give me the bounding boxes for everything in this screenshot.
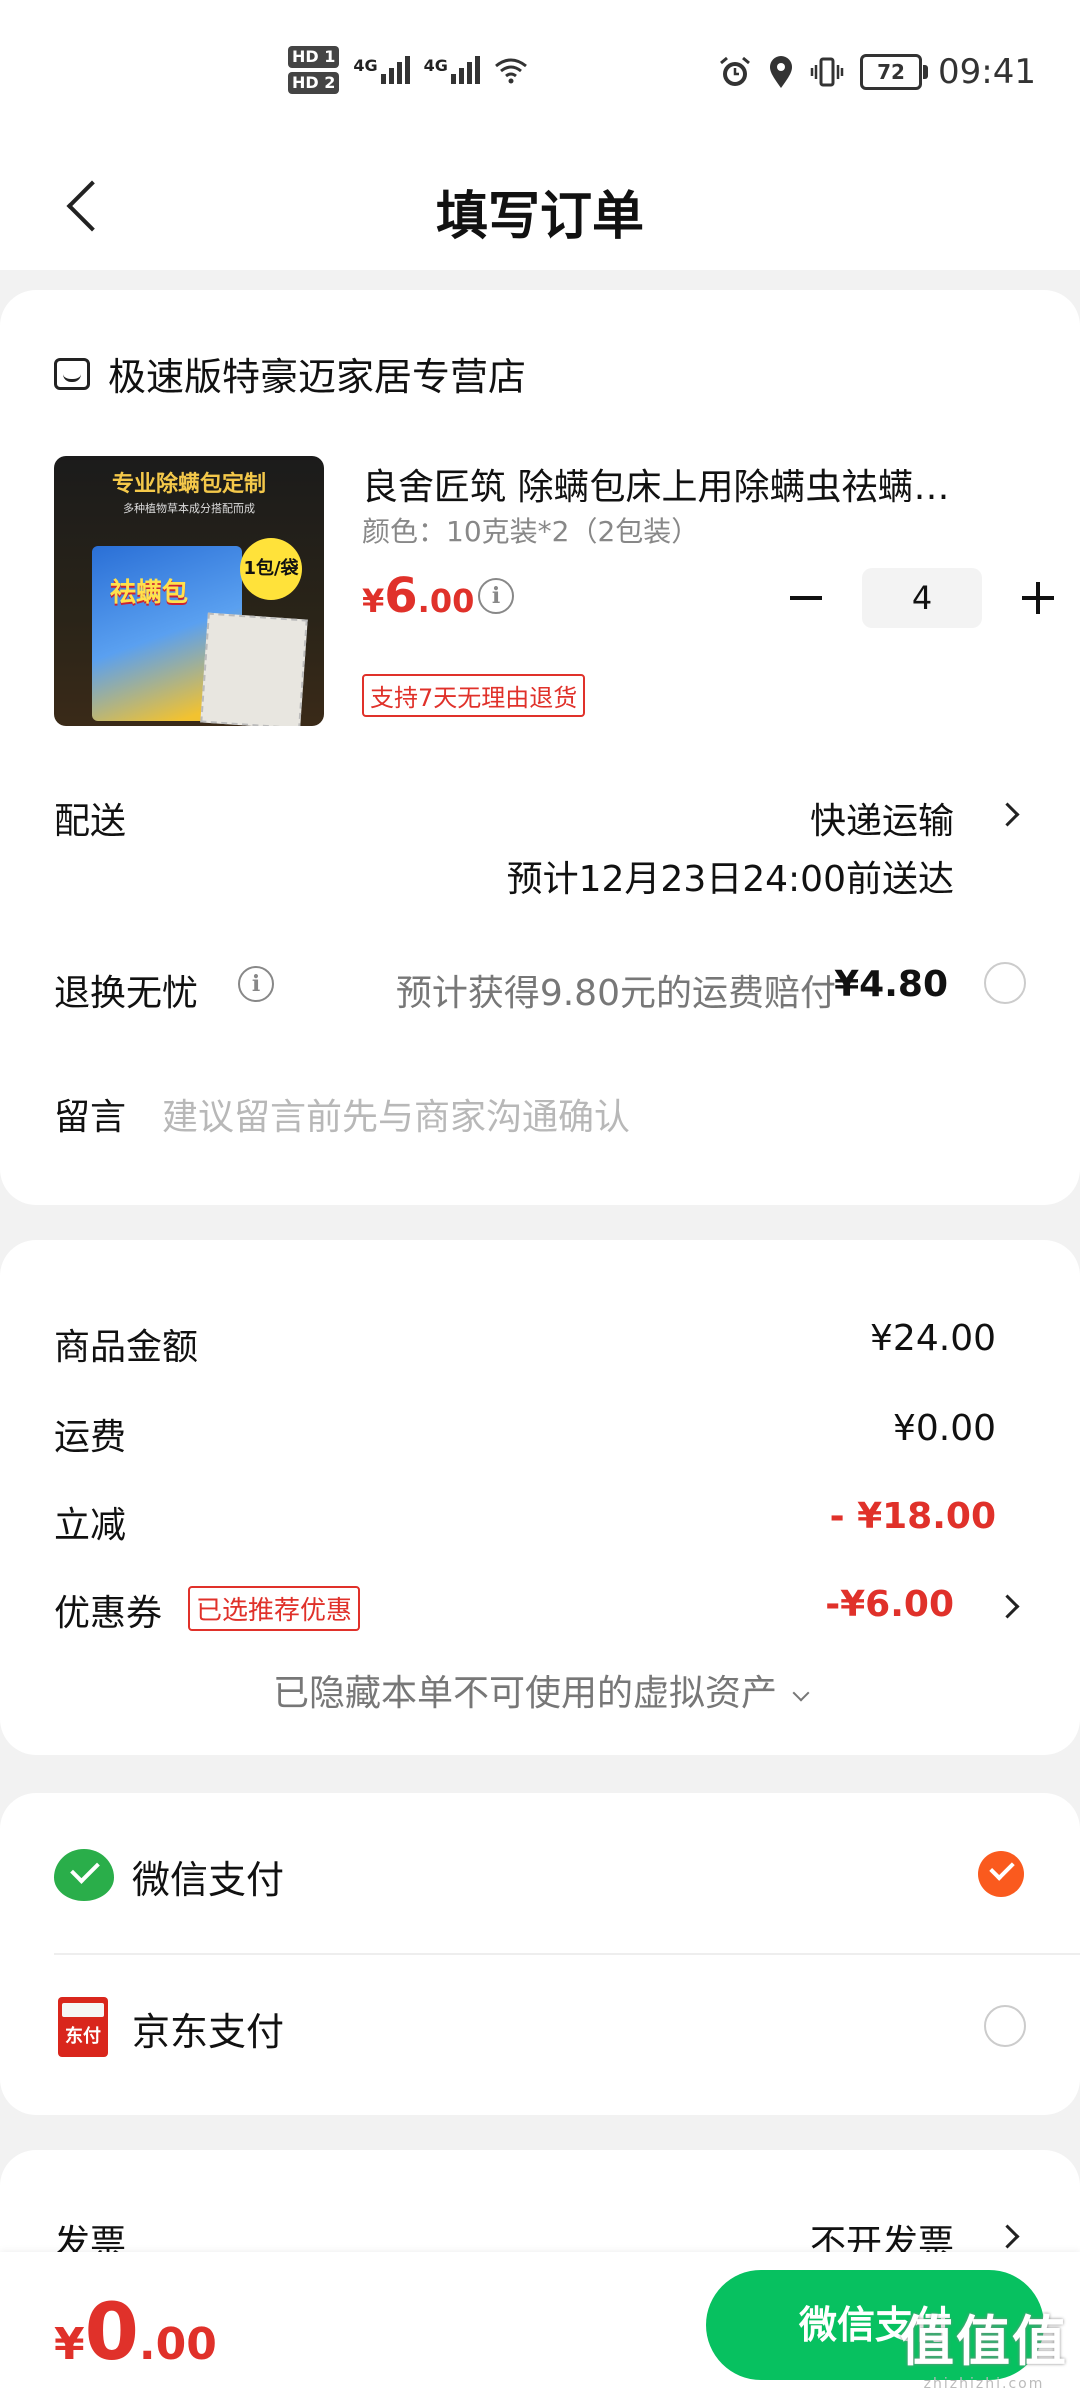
- total-currency: ¥: [54, 2319, 85, 2370]
- product-price: ¥6.00: [362, 568, 474, 624]
- watermark: 值值值 zhizhizhi.com: [900, 2297, 1068, 2392]
- coupon-label[interactable]: 优惠券: [54, 1584, 162, 1636]
- payment-methods-card: 微信支付 东付 京东支付: [0, 1793, 1080, 2115]
- return-insurance-radio[interactable]: [984, 962, 1026, 1004]
- store-header[interactable]: 极速版特豪迈家居专营店: [54, 346, 526, 401]
- location-icon: [770, 56, 793, 88]
- decrease-button[interactable]: [786, 578, 826, 618]
- hidden-assets-toggle[interactable]: 已隐藏本单不可使用的虚拟资产: [0, 1664, 1080, 1716]
- quantity-input[interactable]: 4: [862, 568, 982, 628]
- discount-label: 立减: [54, 1505, 127, 1546]
- product-image-badge: 1包/袋: [240, 538, 302, 600]
- sim2-icon: HD 2: [288, 72, 340, 94]
- wifi-icon: [494, 58, 527, 84]
- sim-indicators: HD 1 HD 2: [288, 46, 340, 94]
- shipping-eta: 预计12月23日24:00前送达: [506, 859, 954, 900]
- quantity-stepper: 4: [786, 568, 1058, 628]
- checkout-bar: ¥0.00 微信支付 值值值 zhizhizhi.com: [0, 2252, 1080, 2400]
- return-insurance-label: 退换无忧: [54, 973, 199, 1014]
- battery-icon: 72: [860, 54, 929, 90]
- payment-option-wechat[interactable]: 微信支付: [0, 1793, 1080, 1955]
- coupon-value[interactable]: -¥6.00: [825, 1584, 954, 1625]
- order-card: 极速版特豪迈家居专营店 专业除螨包定制 多种植物草本成分搭配而成 祛螨包 1包/…: [0, 290, 1080, 1205]
- wechat-pay-icon: [54, 1849, 114, 1901]
- signal1-icon: 4G: [353, 56, 410, 84]
- coupon-tag: 已选推荐优惠: [188, 1586, 361, 1631]
- price-info-icon[interactable]: i: [478, 578, 514, 614]
- system-indicators: 72 09:41: [718, 52, 1036, 92]
- product-spec[interactable]: 颜色：10克装*2（2包装）: [362, 510, 699, 550]
- clock: 09:41: [938, 52, 1036, 92]
- selected-check-icon[interactable]: [978, 1851, 1024, 1897]
- goods-amount-value: ¥24.00: [870, 1318, 996, 1359]
- return-insurance-info-icon[interactable]: i: [238, 966, 274, 1002]
- product-package-name: 祛螨包: [110, 578, 189, 608]
- payment-radio[interactable]: [984, 2005, 1026, 2047]
- discount-value: - ¥18.00: [829, 1496, 996, 1537]
- shipping-fee-label: 运费: [54, 1417, 127, 1458]
- return-insurance-price: ¥4.80: [834, 964, 948, 1005]
- hidden-assets-text: 已隐藏本单不可使用的虚拟资产: [272, 1673, 777, 1714]
- product-image[interactable]: 专业除螨包定制 多种植物草本成分搭配而成 祛螨包 1包/袋: [54, 456, 324, 726]
- sim1-icon: HD 1: [288, 46, 340, 68]
- coupon-chevron-icon[interactable]: [995, 1594, 1020, 1619]
- jd-pay-icon: 东付: [58, 1997, 108, 2057]
- watermark-subtext: zhizhizhi.com: [923, 2376, 1045, 2392]
- payment-option-label: 微信支付: [132, 1858, 285, 1902]
- product-name[interactable]: 良舍匠筑 除螨包床上用除螨虫祛螨…: [362, 458, 1012, 510]
- status-bar: HD 1 HD 2 4G 4G 72 09:41: [0, 0, 1080, 150]
- return-policy-badge: 支持7天无理由退货: [362, 674, 586, 717]
- nav-bar: 填写订单: [0, 150, 1080, 270]
- product-image-subtitle: 多种植物草本成分搭配而成: [123, 502, 255, 515]
- price-currency: ¥: [362, 582, 385, 620]
- signal2-icon: 4G: [424, 56, 480, 84]
- price-decimal: .00: [417, 582, 475, 620]
- total-decimal: .00: [138, 2319, 217, 2370]
- payment-option-jd[interactable]: 东付 京东支付: [0, 1955, 1080, 2105]
- store-name: 极速版特豪迈家居专营店: [108, 355, 527, 399]
- total-price: ¥0.00: [54, 2288, 217, 2378]
- page-title: 填写订单: [435, 187, 644, 247]
- alarm-icon: [720, 56, 750, 86]
- product-pouch: [200, 612, 308, 726]
- increase-button[interactable]: [1018, 578, 1058, 618]
- watermark-text: 值值值: [900, 2310, 1068, 2373]
- goods-amount-label: 商品金额: [54, 1327, 199, 1368]
- price-integer: 6: [384, 568, 418, 624]
- payment-option-label: 京东支付: [132, 2010, 285, 2054]
- shipping-chevron-icon[interactable]: [995, 802, 1020, 827]
- vibrate-icon: [810, 57, 844, 87]
- message-input[interactable]: 建议留言前先与商家沟通确认: [162, 1088, 630, 1140]
- network-indicators: HD 1 HD 2 4G 4G: [288, 46, 528, 94]
- product-image-title: 专业除螨包定制: [111, 472, 266, 497]
- shipping-method[interactable]: 快递运输: [810, 792, 954, 844]
- total-integer: 0: [84, 2288, 139, 2378]
- price-summary-card: 商品金额 ¥24.00 运费 ¥0.00 立减 - ¥18.00 优惠券 已选推…: [0, 1240, 1080, 1755]
- shipping-label: 配送: [54, 801, 127, 842]
- store-icon: [54, 357, 90, 390]
- message-label: 留言: [54, 1097, 127, 1138]
- shipping-fee-value: ¥0.00: [892, 1408, 996, 1449]
- invoice-chevron-icon[interactable]: [995, 2224, 1020, 2249]
- chevron-down-icon: [792, 1684, 810, 1702]
- return-insurance-desc: 预计获得9.80元的运费赔付: [395, 973, 836, 1014]
